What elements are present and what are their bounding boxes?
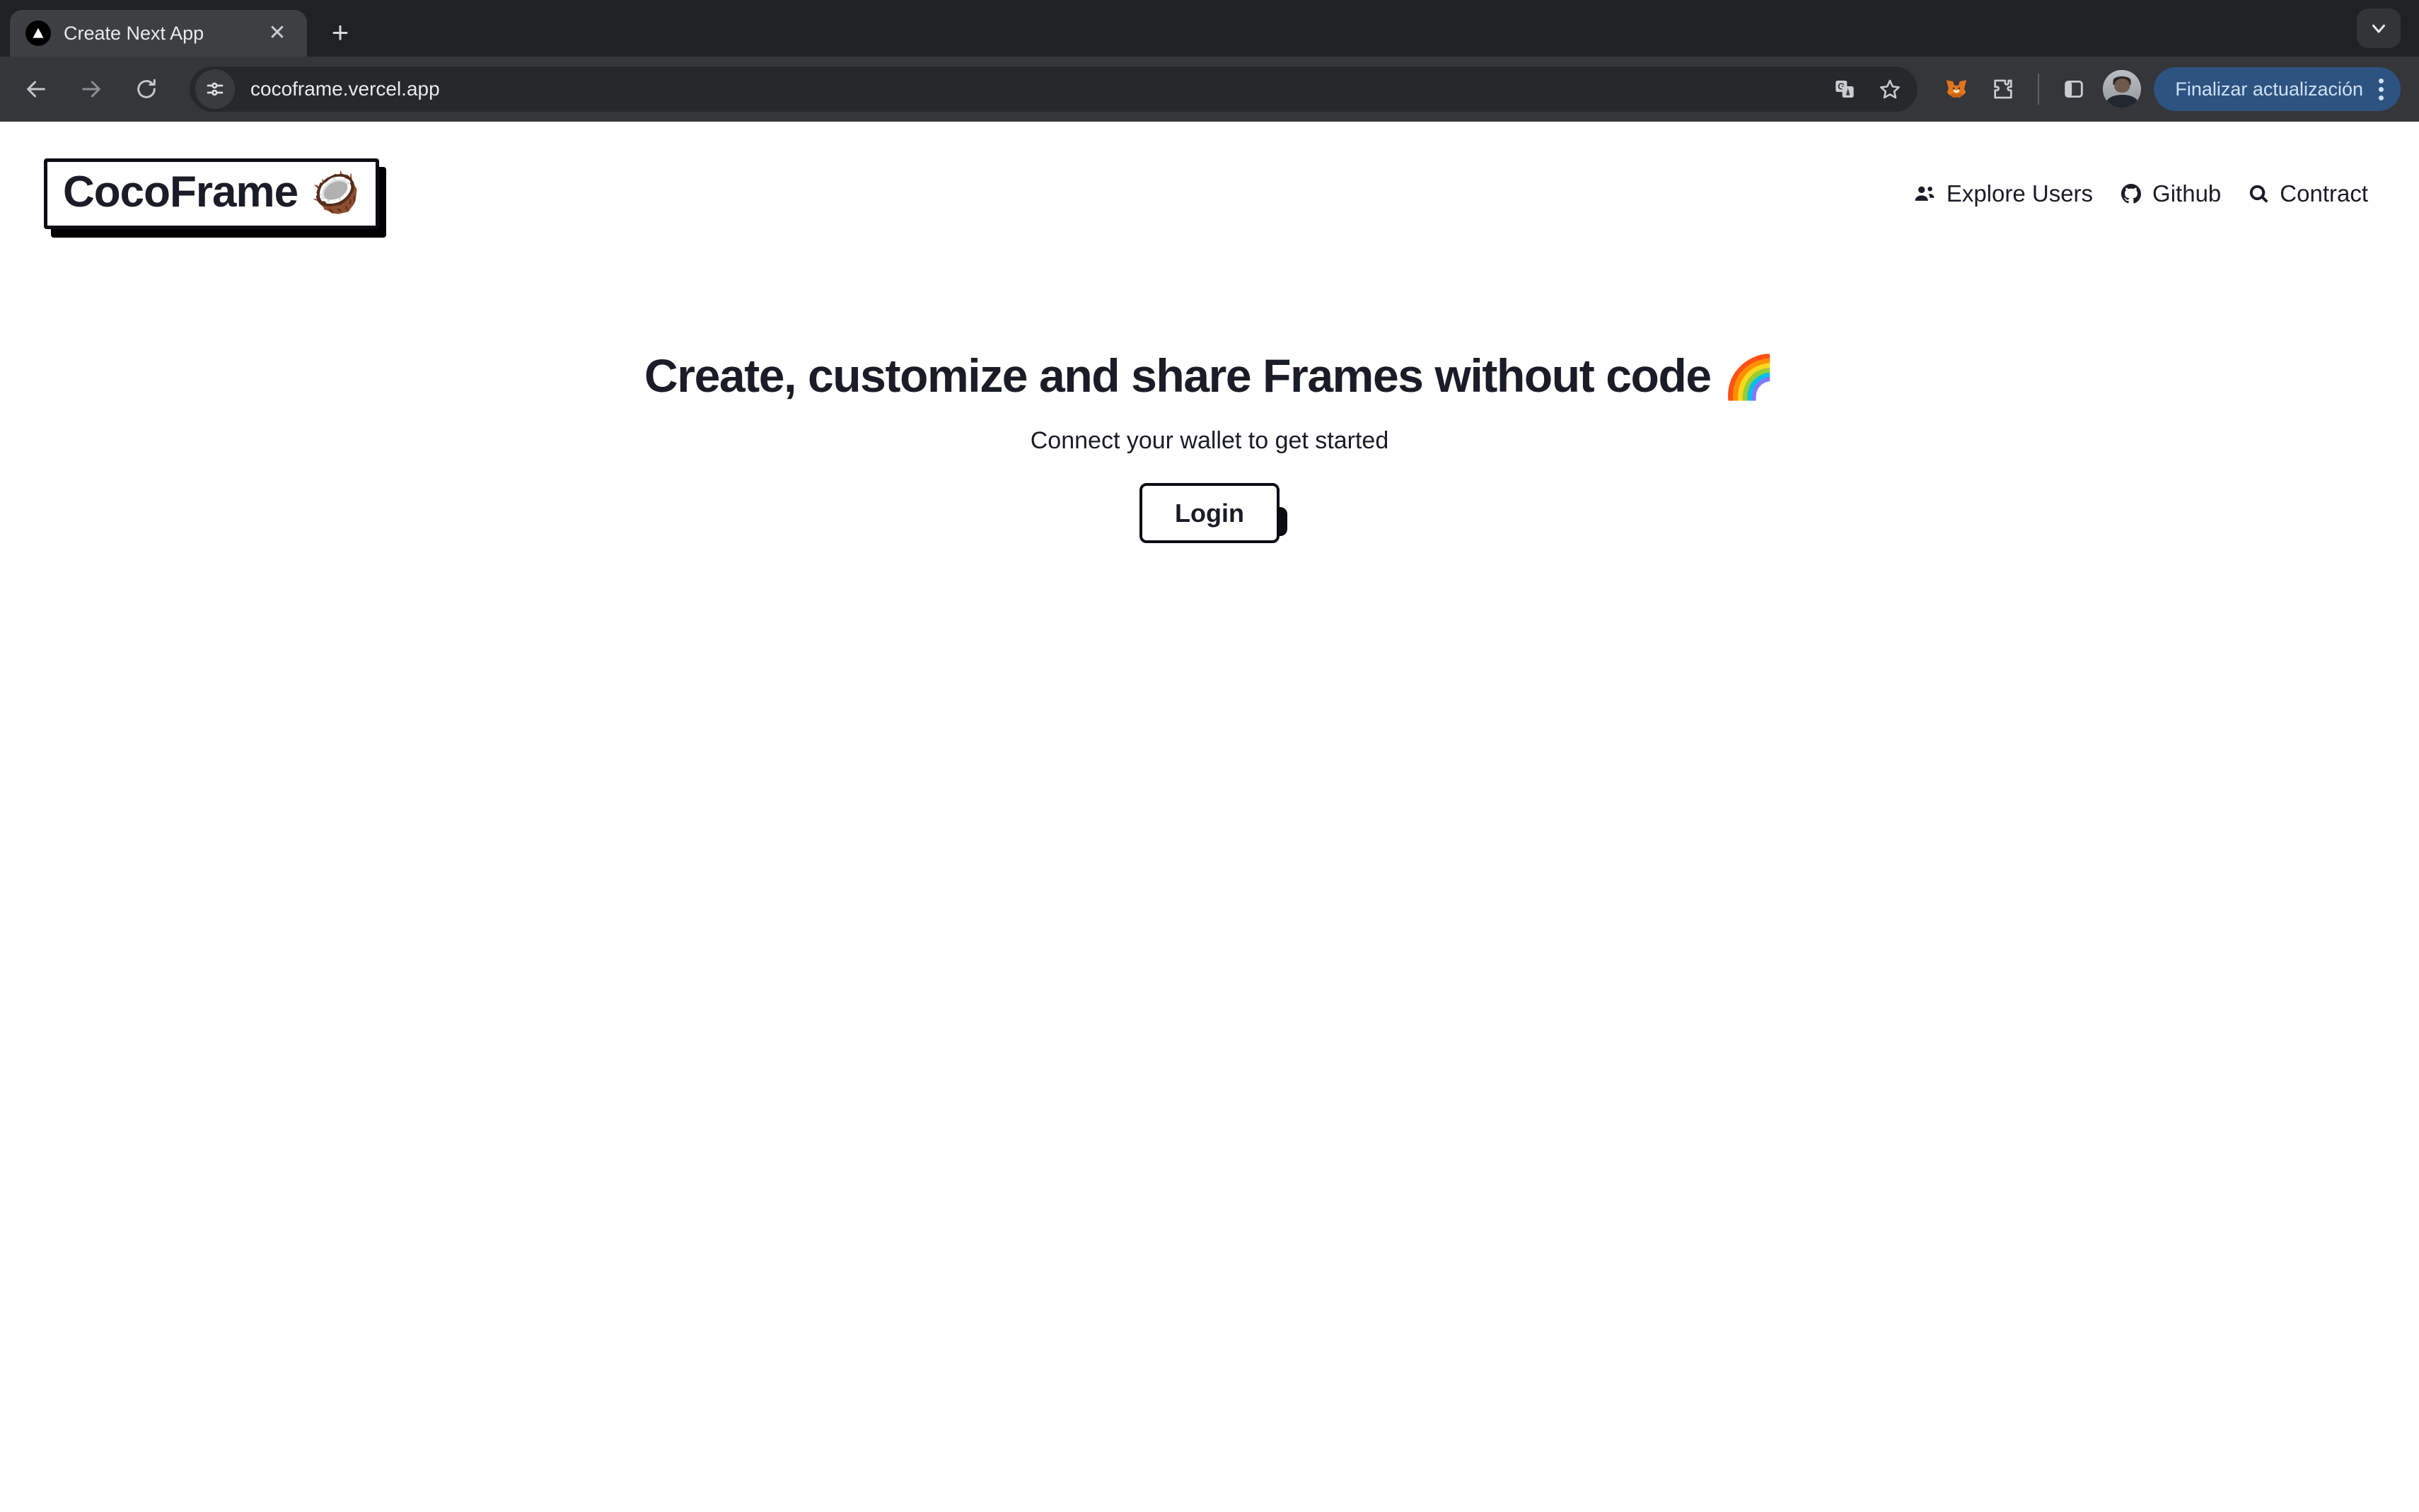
nav-label-contract: Contract [2280, 180, 2368, 207]
page-content: CocoFrame 🥥 Explore Users Github Contrac… [0, 122, 2419, 1512]
back-arrow-icon[interactable] [11, 64, 61, 114]
omnibox-actions: G [1824, 69, 1910, 110]
translate-icon[interactable]: G [1824, 69, 1865, 110]
nextjs-triangle-icon [25, 21, 51, 46]
star-icon[interactable] [1869, 69, 1910, 110]
hero-subtitle: Connect your wallet to get started [1030, 426, 1389, 454]
site-logo[interactable]: CocoFrame 🥥 [44, 158, 386, 238]
login-button-label: Login [1139, 482, 1280, 543]
logo-inner: CocoFrame 🥥 [44, 158, 379, 229]
rainbow-icon: 🌈 [1722, 354, 1776, 401]
browser-window: Create Next App ✕ + cocoframe.vercel.app [0, 0, 2419, 1512]
forward-arrow-icon[interactable] [66, 64, 116, 114]
kebab-menu-icon[interactable] [2374, 78, 2388, 100]
reload-icon[interactable] [122, 64, 171, 114]
main-nav: Explore Users Github Contract [1886, 180, 2375, 207]
headline-text: Create, customize and share Frames witho… [644, 349, 1723, 402]
browser-toolbar: cocoframe.vercel.app G Finalizar actuali… [0, 57, 2419, 122]
nav-item-contract[interactable]: Contract [2248, 180, 2368, 207]
profile-avatar[interactable] [2103, 70, 2142, 108]
metamask-fox-icon[interactable] [1934, 67, 1978, 111]
close-icon[interactable]: ✕ [263, 19, 291, 47]
login-wrap: Login [42, 482, 2377, 543]
coconut-icon: 🥥 [311, 170, 360, 214]
page-title: Create, customize and share Frames witho… [42, 349, 2377, 403]
chevron-down-icon[interactable] [2357, 8, 2401, 48]
toolbar-divider [2038, 74, 2040, 105]
nav-item-github[interactable]: Github [2120, 180, 2221, 207]
nav-label-github: Github [2152, 180, 2222, 207]
tab-strip: Create Next App ✕ + [0, 0, 2419, 57]
tune-icon[interactable] [195, 69, 235, 109]
site-header: CocoFrame 🥥 Explore Users Github Contrac… [0, 122, 2419, 238]
logo-text: CocoFrame [63, 168, 298, 216]
login-button[interactable]: Login [1139, 482, 1287, 543]
omnibox[interactable]: cocoframe.vercel.app G [190, 66, 1918, 112]
users-group-icon [1915, 186, 1934, 201]
nav-item-explore-users[interactable]: Explore Users [1913, 180, 2093, 207]
update-button-label: Finalizar actualización [2175, 78, 2363, 100]
browser-tab[interactable]: Create Next App ✕ [10, 10, 307, 57]
side-panel-icon[interactable] [2052, 67, 2096, 111]
tab-title: Create Next App [64, 22, 204, 44]
nav-label-explore-users: Explore Users [1946, 180, 2094, 207]
search-icon [2250, 185, 2268, 203]
hero-section: Create, customize and share Frames witho… [0, 349, 2419, 543]
url-text: cocoframe.vercel.app [250, 78, 440, 100]
update-button[interactable]: Finalizar actualización [2154, 67, 2401, 111]
extension-icons [1934, 67, 2148, 111]
plus-icon[interactable]: + [318, 11, 362, 54]
github-icon [2121, 184, 2142, 204]
extensions-puzzle-icon[interactable] [1981, 67, 2025, 111]
